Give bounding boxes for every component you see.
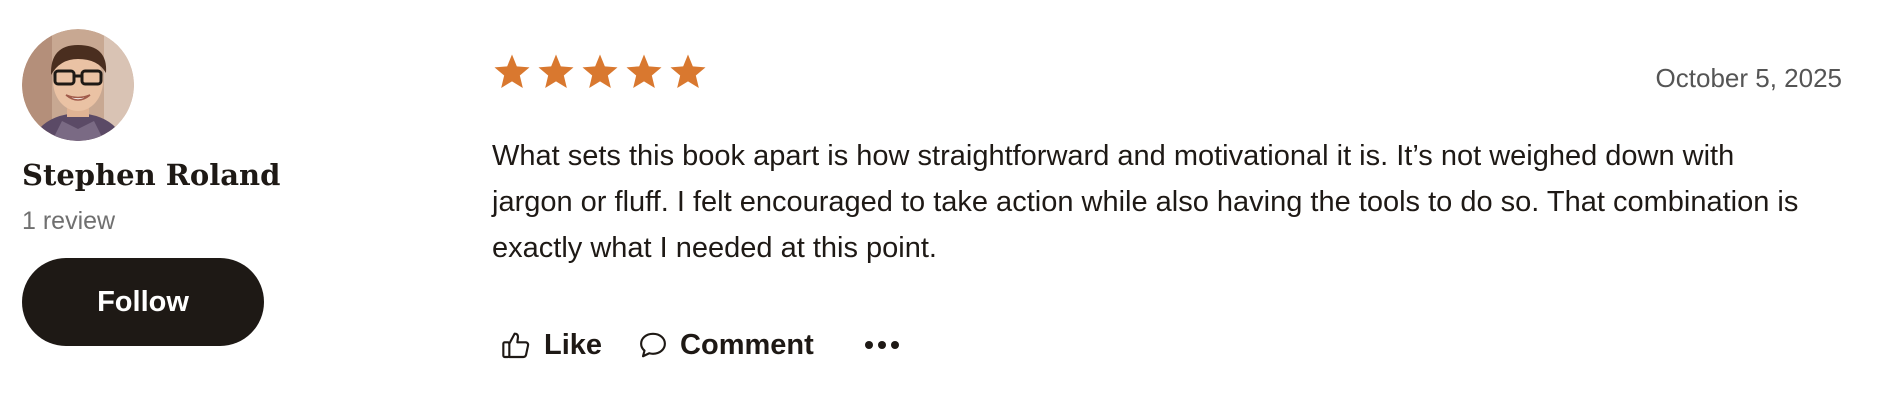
review-text: What sets this book apart is how straigh… <box>492 140 1799 264</box>
more-options-button[interactable] <box>864 339 900 351</box>
star-icon <box>626 54 662 88</box>
star-icon <box>582 54 618 88</box>
star-icon <box>494 54 530 88</box>
like-label: Like <box>544 328 603 361</box>
avatar-photo <box>22 29 134 141</box>
follow-button[interactable]: Follow <box>22 258 264 346</box>
star-icon <box>538 54 574 88</box>
star-rating <box>492 52 708 92</box>
comment-label: Comment <box>680 328 814 361</box>
speech-bubble-icon <box>638 330 668 360</box>
star-icon <box>670 54 706 88</box>
thumbs-up-icon <box>500 329 532 361</box>
reviewer-card: Stephen Roland 1 review Follow <box>22 29 282 346</box>
avatar[interactable] <box>22 29 134 141</box>
review-date[interactable]: October 5, 2025 <box>1656 62 1842 94</box>
review-count: 1 review <box>22 207 116 235</box>
comment-button[interactable]: Comment <box>638 329 814 362</box>
like-button[interactable]: Like <box>500 329 602 362</box>
more-dots-icon <box>864 339 900 351</box>
review-actions: Like Comment <box>492 320 900 370</box>
reviewer-name[interactable]: Stephen Roland <box>22 157 282 193</box>
